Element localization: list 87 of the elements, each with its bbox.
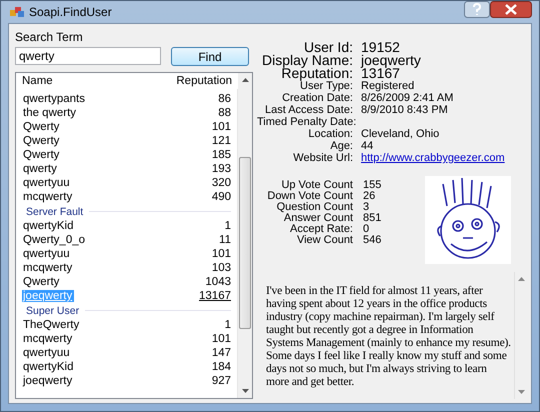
field-value: 13167: [361, 67, 400, 80]
window-title: Soapi.FindUser: [29, 5, 112, 19]
scroll-up-icon[interactable]: [518, 277, 524, 281]
user-name[interactable]: mcqwerty: [22, 262, 74, 274]
field-label: Last Access Date:: [264, 104, 353, 116]
stat-label: Answer Count: [283, 213, 353, 224]
field-value: 44: [361, 140, 374, 152]
website-link[interactable]: http://www.crabbygeezer.com: [361, 152, 527, 164]
search-field[interactable]: qwerty: [15, 47, 161, 65]
field-label: Website Url:: [292, 152, 353, 164]
app-icon: [10, 6, 24, 18]
reputation-value: 184: [212, 361, 231, 373]
reputation-value: 121: [212, 135, 231, 147]
user-name[interactable]: qwertypants: [22, 93, 88, 105]
field-label: Location:: [307, 128, 353, 140]
reputation-value: 103: [212, 262, 231, 274]
reputation-value: 147: [212, 347, 231, 359]
stat-value: 546: [363, 235, 382, 246]
stat-value: 3: [363, 202, 370, 213]
column-header[interactable]: Reputation: [176, 75, 232, 87]
user-name[interactable]: TheQwerty: [22, 319, 82, 331]
scroll-thumb[interactable]: [239, 157, 251, 329]
field-value: Cleveland, Ohio: [361, 128, 440, 140]
find-button[interactable]: Find: [171, 47, 249, 66]
about-text: I've been in the IT field for almost 11 years, after having spent about 12 years in the office products industry (copy machine repairman). I'm largely self taught but recently got a degree in Information Systems Management (mainly to enhance my resume). Some days I feel like I really know my stuff and some days not so much, but I'm always striving to learn more and get better.: [266, 283, 512, 390]
field-value: 8/9/2010 8:43 PM: [361, 104, 449, 116]
close-icon[interactable]: [490, 1, 532, 18]
stat-value: 26: [363, 191, 376, 202]
stat-label: Up Vote Count: [280, 180, 353, 191]
stat-value: 0: [363, 224, 370, 235]
user-name[interactable]: qwertyuu: [22, 248, 72, 260]
user-name[interactable]: mcqwerty: [22, 333, 74, 345]
field-label: Age:: [329, 140, 353, 152]
user-name[interactable]: qwertyuu: [22, 347, 72, 359]
scroll-up-icon[interactable]: [242, 78, 248, 82]
group-header: Super User: [26, 304, 80, 316]
reputation-value: 86: [218, 93, 231, 105]
scroll-down-icon[interactable]: [242, 389, 248, 393]
user-name[interactable]: qwertyuu: [22, 177, 72, 189]
scrollbar[interactable]: [237, 73, 252, 398]
reputation-value: 927: [212, 375, 231, 387]
user-name[interactable]: the qwerty: [22, 107, 78, 119]
user-name[interactable]: Qwerty_0_o: [22, 234, 88, 246]
reputation-value: 101: [212, 333, 231, 345]
user-name[interactable]: qwertyKid: [22, 220, 76, 232]
stat-label: Down Vote Count: [266, 191, 353, 202]
reputation-value: 1043: [205, 276, 231, 288]
reputation-value: 101: [212, 121, 231, 133]
field-label: Creation Date:: [281, 92, 353, 104]
field-label: Display Name:: [260, 54, 353, 67]
user-name[interactable]: Qwerty: [22, 121, 62, 133]
field-label: User Id:: [304, 41, 353, 54]
reputation-value: 1: [224, 220, 231, 232]
user-name[interactable]: qwertyKid: [22, 361, 76, 373]
user-name[interactable]: qwerty: [22, 163, 59, 175]
stat-label: Accept Rate:: [289, 224, 353, 235]
about-text-area[interactable]: [265, 272, 527, 399]
user-name[interactable]: Qwerty: [22, 149, 62, 161]
field-label: User Type:: [300, 80, 353, 92]
field-label: Timed Penalty Date:: [257, 116, 353, 128]
stat-label: Question Count: [276, 202, 353, 213]
reputation-value: 88: [218, 107, 231, 119]
search-label: Search Term: [15, 30, 84, 44]
reputation-value: 13167: [199, 290, 231, 302]
reputation-value: 490: [212, 191, 231, 203]
help-icon[interactable]: [464, 1, 490, 18]
field-value: joeqwerty: [361, 54, 422, 67]
reputation-value: 1: [224, 319, 231, 331]
scroll-down-icon[interactable]: [518, 390, 524, 394]
column-header[interactable]: Name: [22, 75, 53, 87]
stat-value: 851: [363, 213, 382, 224]
group-header: Server Fault: [26, 206, 84, 218]
stat-label: View Count: [296, 235, 353, 246]
field-label: Reputation:: [281, 67, 353, 80]
stat-value: 155: [363, 180, 382, 191]
field-value: 19152: [361, 41, 400, 54]
user-name[interactable]: mcqwerty: [22, 191, 74, 203]
reputation-value: 193: [212, 163, 231, 175]
reputation-value: 101: [212, 248, 231, 260]
user-name[interactable]: Qwerty: [22, 135, 62, 147]
reputation-value: 320: [212, 177, 231, 189]
field-value: Registered: [361, 80, 416, 92]
user-name[interactable]: joeqwerty: [22, 375, 74, 387]
reputation-value: 185: [212, 149, 231, 161]
reputation-value: 11: [219, 234, 231, 246]
field-value: 8/26/2009 2:41 AM: [361, 92, 454, 104]
user-name[interactable]: Qwerty: [22, 276, 62, 288]
